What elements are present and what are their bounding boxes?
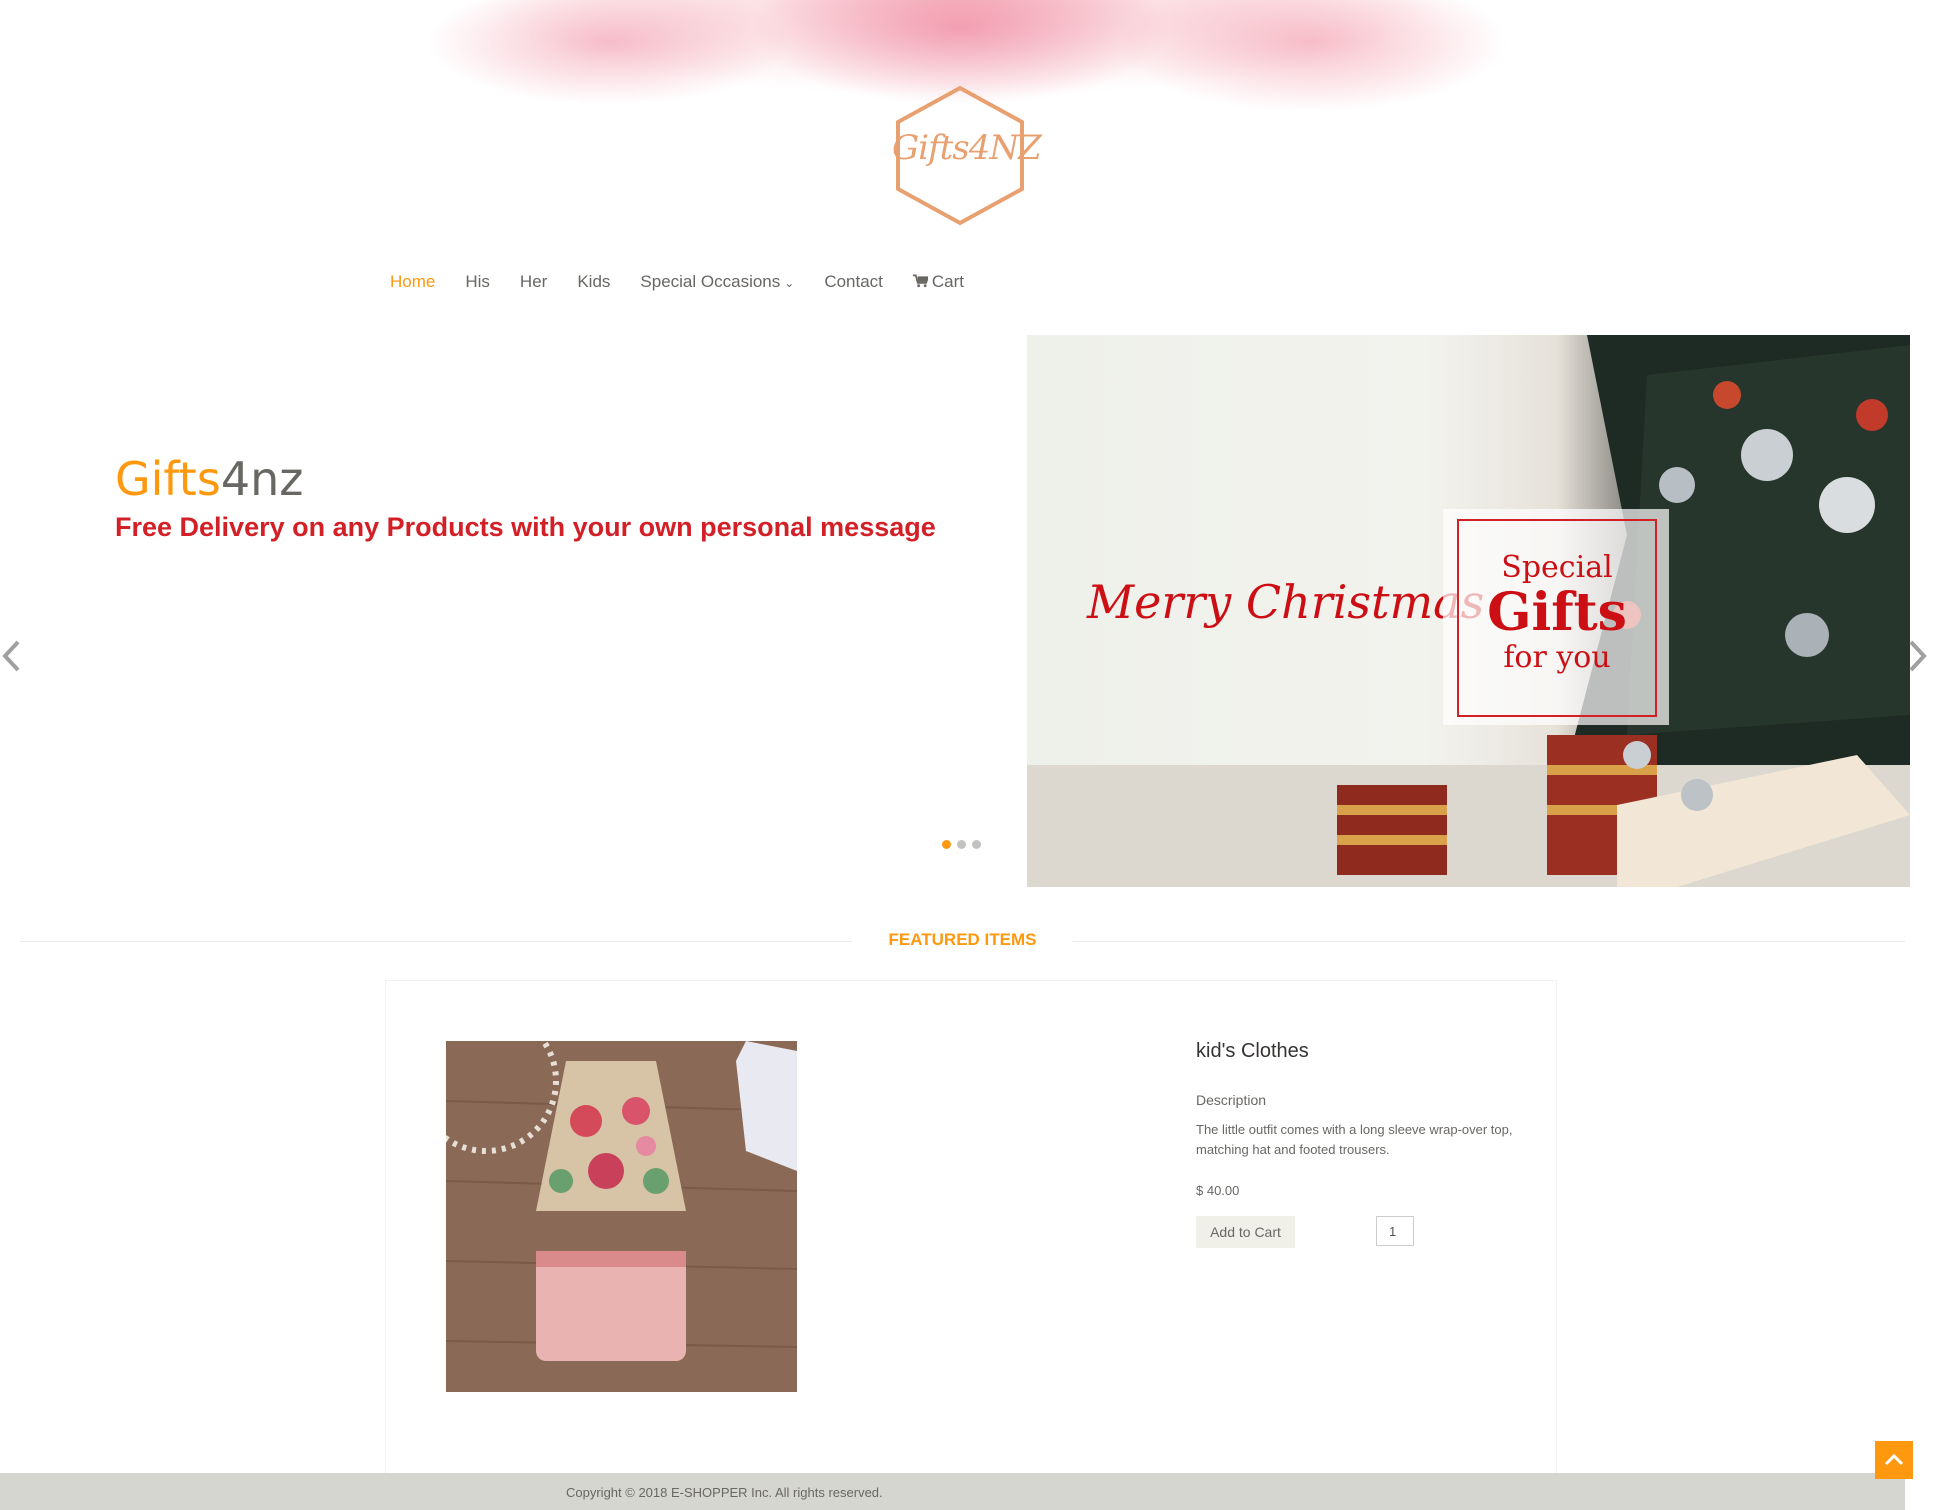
featured-items-title: Featured Items xyxy=(888,930,1037,949)
special-text: Special xyxy=(1501,550,1613,585)
nav-his[interactable]: His xyxy=(465,272,490,296)
chevron-down-icon: ⌄ xyxy=(784,276,795,290)
divider xyxy=(1073,941,1905,942)
add-to-cart-button[interactable]: Add to Cart xyxy=(1196,1216,1295,1248)
logo-text: Gifts4NZ xyxy=(892,128,1042,168)
slider-dot[interactable] xyxy=(957,840,966,849)
slider-dot[interactable] xyxy=(942,840,951,849)
product-name: kid's Clothes xyxy=(1196,1040,1309,1062)
product-price: $ 40.00 xyxy=(1196,1183,1240,1198)
divider xyxy=(20,941,852,942)
slide-title-brand: Gifts xyxy=(115,452,221,506)
special-gifts-card: Special Gifts for you xyxy=(1443,509,1669,725)
slide-subtitle: Free Delivery on any Products with your … xyxy=(115,512,936,542)
chevron-left-icon xyxy=(2,640,20,672)
special-gifts-frame: Special Gifts for you xyxy=(1457,519,1657,717)
slide-title: Gifts4nz xyxy=(115,452,303,506)
slide-christmas-image: Merry Christmas Special Gifts for you xyxy=(1027,335,1910,887)
nav-cart-label: Cart xyxy=(931,272,965,291)
copyright-text: Copyright © 2018 E-SHOPPER Inc. All righ… xyxy=(566,1485,883,1500)
nav-kids[interactable]: Kids xyxy=(577,272,610,296)
nav-cart[interactable]: Cart xyxy=(912,272,965,296)
footer: Copyright © 2018 E-SHOPPER Inc. All righ… xyxy=(0,1473,1905,1510)
nav-special-occasions[interactable]: Special Occasions ⌄ xyxy=(640,272,794,296)
slider-indicators xyxy=(942,840,981,849)
product-description: The little outfit comes with a long slee… xyxy=(1196,1122,1513,1157)
slider-prev-arrow[interactable] xyxy=(0,638,24,674)
chevron-up-icon xyxy=(1884,1453,1904,1466)
product-image[interactable] xyxy=(446,1041,797,1392)
slider-dot[interactable] xyxy=(972,840,981,849)
cart-icon xyxy=(912,274,928,288)
merry-christmas-text: Merry Christmas xyxy=(1087,575,1485,629)
description-label: Description xyxy=(1196,1092,1267,1108)
scroll-to-top-button[interactable] xyxy=(1875,1441,1913,1479)
site-logo[interactable]: Gifts4NZ xyxy=(892,84,1042,227)
quantity-input[interactable] xyxy=(1376,1216,1414,1246)
nav-her[interactable]: Her xyxy=(520,272,547,296)
nav-contact[interactable]: Contact xyxy=(824,272,883,296)
main-navigation: Home His Her Kids Special Occasions ⌄ Con… xyxy=(390,272,964,296)
slide-title-brand-suffix: 4nz xyxy=(220,452,304,506)
kids-clothes-photo xyxy=(446,1041,797,1392)
gifts-text: Gifts xyxy=(1487,582,1627,643)
for-you-text: for you xyxy=(1503,640,1611,675)
nav-home[interactable]: Home xyxy=(390,272,435,296)
nav-special-occasions-label: Special Occasions xyxy=(640,272,781,291)
chevron-right-icon xyxy=(1909,640,1927,672)
slider-next-arrow[interactable] xyxy=(1905,638,1929,674)
